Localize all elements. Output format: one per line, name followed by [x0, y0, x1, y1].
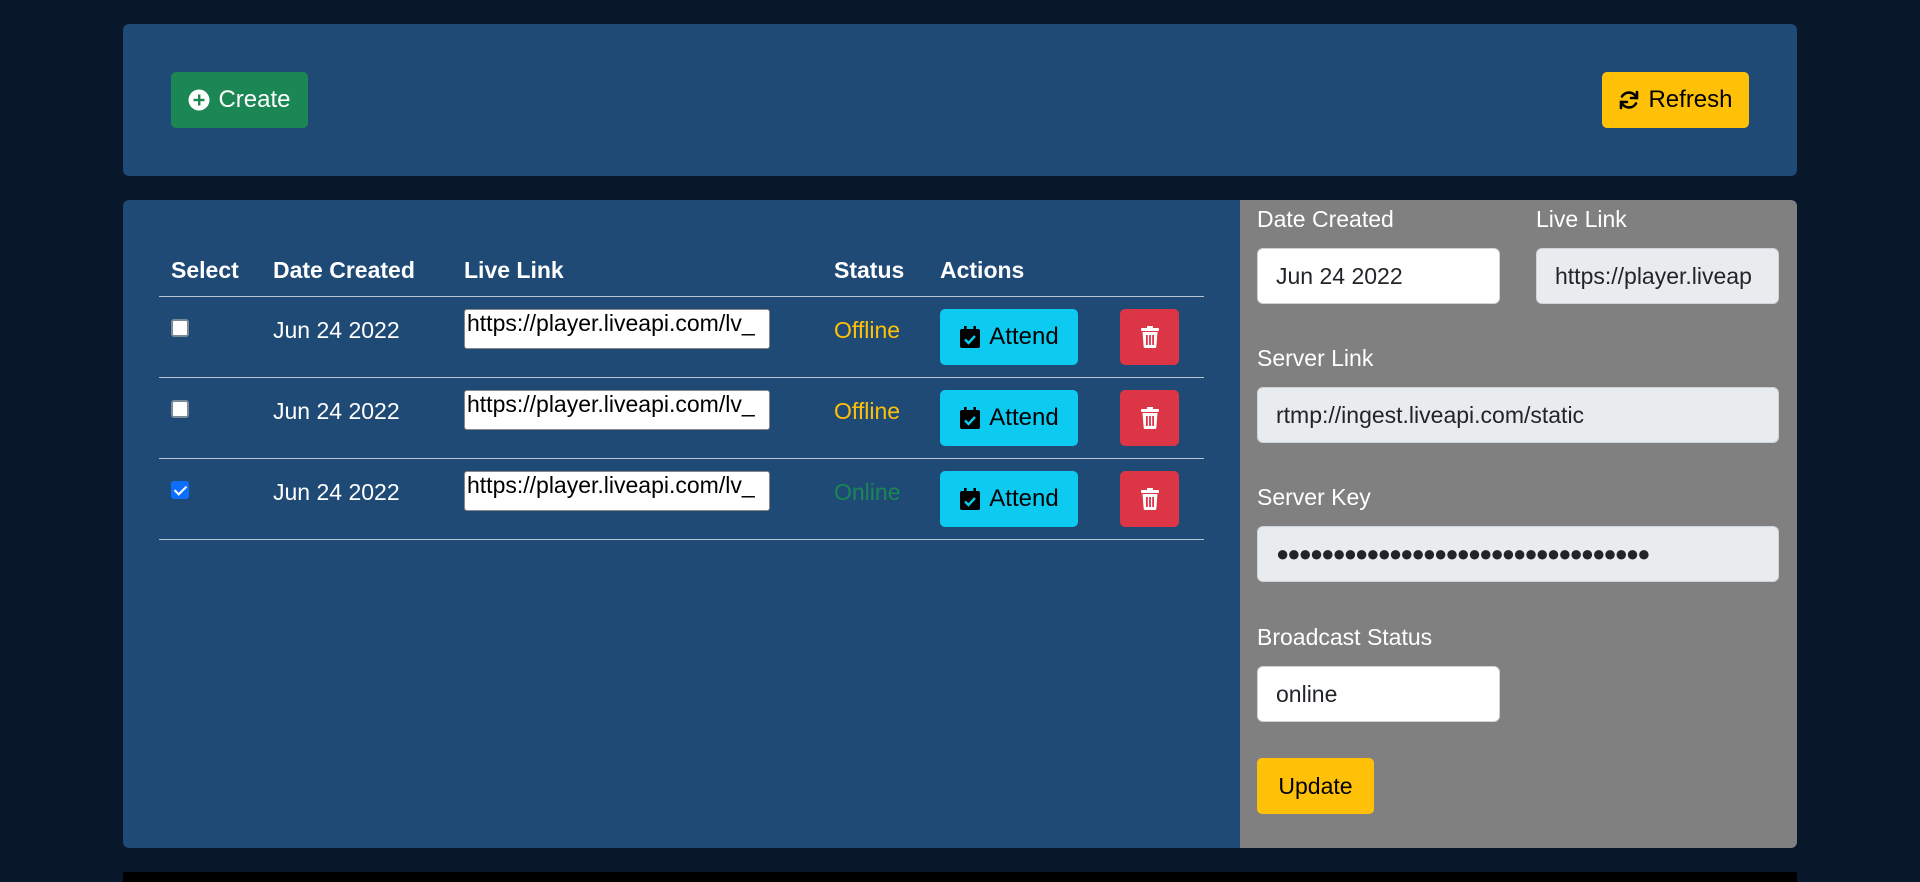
header-select: Select: [159, 244, 261, 297]
header-blank: [1108, 244, 1204, 297]
header-actions: Actions: [928, 244, 1108, 297]
live-link-input[interactable]: https://player.liveapi.com/lv_: [464, 390, 770, 430]
refresh-button[interactable]: Refresh: [1602, 72, 1749, 128]
attend-button-label: Attend: [989, 404, 1059, 431]
attend-button-label: Attend: [989, 485, 1059, 512]
delete-button[interactable]: [1120, 309, 1179, 365]
create-button-label: Create: [218, 86, 291, 113]
date-created-label: Date Created: [1257, 206, 1394, 232]
table-row: Jun 24 2022 https://player.liveapi.com/l…: [159, 377, 1204, 459]
streams-table: Select Date Created Live Link Status Act…: [159, 244, 1204, 540]
attend-button-label: Attend: [989, 323, 1059, 350]
table-row: Jun 24 2022 https://player.liveapi.com/l…: [159, 458, 1204, 540]
calendar-check-icon: [959, 488, 981, 510]
broadcast-status-label: Broadcast Status: [1257, 624, 1433, 650]
video-preview-strip: [123, 872, 1797, 882]
row-date: Jun 24 2022: [273, 479, 400, 505]
select-checkbox[interactable]: [171, 319, 189, 337]
date-created-field[interactable]: Jun 24 2022: [1257, 248, 1500, 304]
server-link-field[interactable]: rtmp://ingest.liveapi.com/static: [1257, 387, 1779, 443]
server-key-label: Server Key: [1257, 484, 1371, 510]
row-status: Online: [834, 479, 901, 505]
create-button[interactable]: Create: [171, 72, 308, 128]
stream-details-panel: Date Created Jun 24 2022 Live Link https…: [1240, 200, 1797, 848]
live-link-label: Live Link: [1536, 206, 1627, 232]
trash-icon: [1140, 326, 1160, 348]
live-link-field[interactable]: https://player.liveap: [1536, 248, 1779, 304]
attend-button[interactable]: Attend: [940, 471, 1078, 527]
header-date-created: Date Created: [261, 244, 452, 297]
live-link-input[interactable]: https://player.liveapi.com/lv_: [464, 309, 770, 349]
live-link-input[interactable]: https://player.liveapi.com/lv_: [464, 471, 770, 511]
delete-button[interactable]: [1120, 471, 1179, 527]
header-live-link: Live Link: [452, 244, 822, 297]
server-link-label: Server Link: [1257, 345, 1374, 371]
attend-button[interactable]: Attend: [940, 390, 1078, 446]
select-checkbox[interactable]: [171, 400, 189, 418]
delete-button[interactable]: [1120, 390, 1179, 446]
attend-button[interactable]: Attend: [940, 309, 1078, 365]
plus-circle-icon: [188, 89, 210, 111]
update-button[interactable]: Update: [1257, 758, 1374, 814]
toolbar: Create Refresh: [123, 24, 1797, 176]
row-status: Offline: [834, 398, 901, 424]
row-status: Offline: [834, 317, 901, 343]
row-date: Jun 24 2022: [273, 398, 400, 424]
calendar-check-icon: [959, 326, 981, 348]
select-checkbox[interactable]: [171, 481, 189, 499]
trash-icon: [1140, 488, 1160, 510]
table-row: Jun 24 2022 https://player.liveapi.com/l…: [159, 296, 1204, 378]
broadcast-status-field[interactable]: online: [1257, 666, 1500, 722]
refresh-icon: [1618, 89, 1640, 111]
streams-panel: Select Date Created Live Link Status Act…: [123, 200, 1240, 848]
trash-icon: [1140, 407, 1160, 429]
server-key-field[interactable]: ●●●●●●●●●●●●●●●●●●●●●●●●●●●●●●●●●: [1257, 526, 1779, 582]
row-date: Jun 24 2022: [273, 317, 400, 343]
header-status: Status: [822, 244, 928, 297]
refresh-button-label: Refresh: [1648, 86, 1733, 113]
calendar-check-icon: [959, 407, 981, 429]
table-header-row: Select Date Created Live Link Status Act…: [159, 244, 1204, 297]
